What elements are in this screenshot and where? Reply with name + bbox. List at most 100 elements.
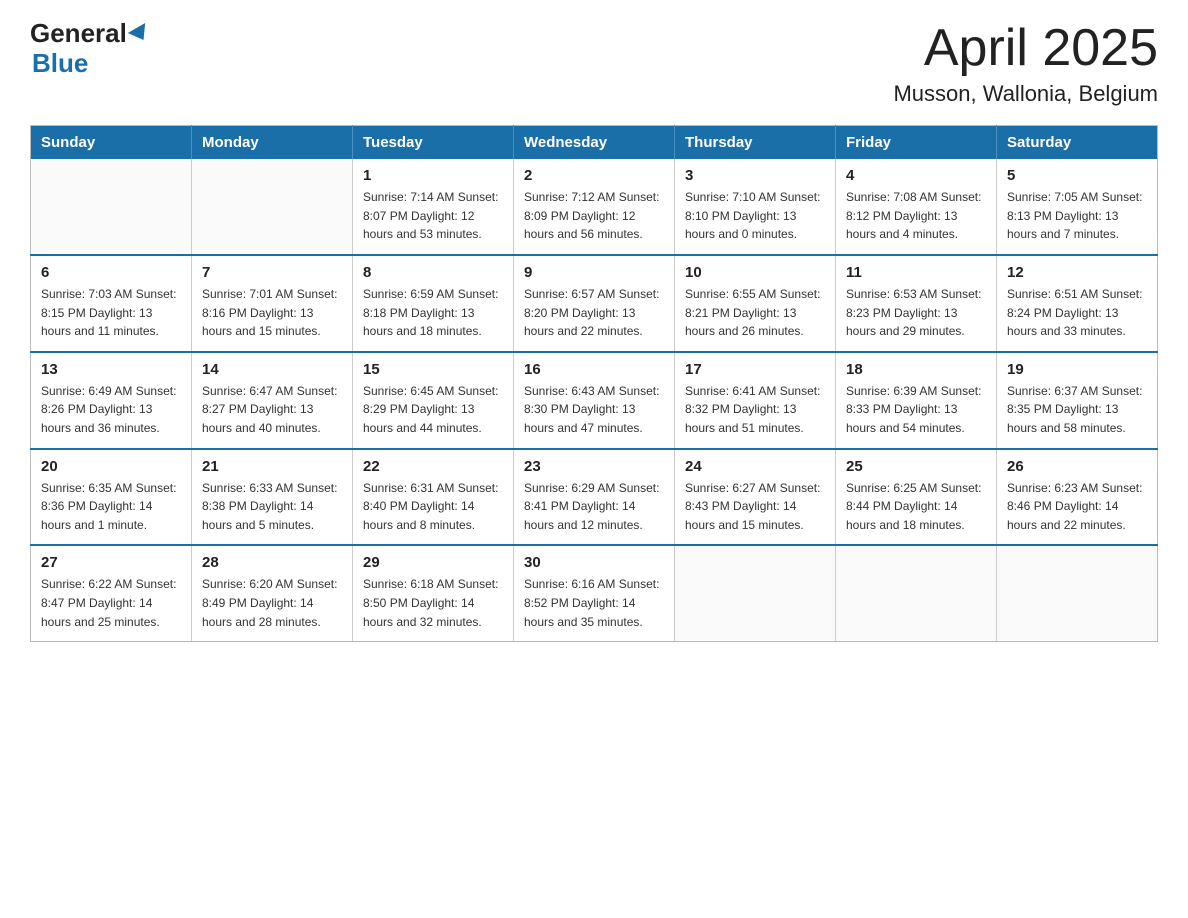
calendar-cell: 10Sunrise: 6:55 AM Sunset: 8:21 PM Dayli… — [675, 255, 836, 352]
title-area: April 2025 Musson, Wallonia, Belgium — [893, 20, 1158, 107]
calendar-week-row: 1 Sunrise: 7:14 AM Sunset: 8:07 PM Daylig… — [31, 159, 1158, 255]
day-number: 2 — [524, 167, 664, 184]
day-number: 19 — [1007, 361, 1147, 378]
day-info: Sunrise: 6:37 AM Sunset: 8:35 PM Dayligh… — [1007, 382, 1147, 438]
day-info: Sunrise: 6:33 AM Sunset: 8:38 PM Dayligh… — [202, 479, 342, 535]
day-number: 15 — [363, 361, 503, 378]
day-number: 10 — [685, 264, 825, 281]
day-number: 12 — [1007, 264, 1147, 281]
calendar-cell: 22 Sunrise: 6:31 AM Sunset: 8:40 PM Dayli… — [353, 449, 514, 546]
calendar-cell: 24 Sunrise: 6:27 AM Sunset: 8:43 PM Dayli… — [675, 449, 836, 546]
logo-general-text: General — [30, 20, 127, 46]
day-info: Sunrise: 6:47 AM Sunset: 8:27 PM Dayligh… — [202, 382, 342, 438]
calendar-cell: 30Sunrise: 6:16 AM Sunset: 8:52 PM Dayli… — [514, 545, 675, 641]
day-info: Sunrise: 6:49 AM Sunset: 8:26 PM Dayligh… — [41, 382, 181, 438]
day-info: Sunrise: 6:31 AM Sunset: 8:40 PM Dayligh… — [363, 479, 503, 535]
day-number: 18 — [846, 361, 986, 378]
logo: General Blue — [30, 20, 150, 79]
day-number: 24 — [685, 458, 825, 475]
day-info: Sunrise: 6:23 AM Sunset: 8:46 PM Dayligh… — [1007, 479, 1147, 535]
day-info: Sunrise: 6:20 AM Sunset: 8:49 PM Dayligh… — [202, 575, 342, 631]
calendar-cell: 23Sunrise: 6:29 AM Sunset: 8:41 PM Dayli… — [514, 449, 675, 546]
calendar-cell: 27 Sunrise: 6:22 AM Sunset: 8:47 PM Dayli… — [31, 545, 192, 641]
day-number: 26 — [1007, 458, 1147, 475]
calendar-cell — [192, 159, 353, 255]
day-info: Sunrise: 6:16 AM Sunset: 8:52 PM Dayligh… — [524, 575, 664, 631]
calendar-header-friday: Friday — [836, 126, 997, 160]
day-info: Sunrise: 6:57 AM Sunset: 8:20 PM Dayligh… — [524, 285, 664, 341]
calendar-week-row: 13 Sunrise: 6:49 AM Sunset: 8:26 PM Dayli… — [31, 352, 1158, 449]
day-info: Sunrise: 7:12 AM Sunset: 8:09 PM Dayligh… — [524, 188, 664, 244]
day-number: 1 — [363, 167, 503, 184]
calendar-cell: 6Sunrise: 7:03 AM Sunset: 8:15 PM Daylig… — [31, 255, 192, 352]
day-number: 4 — [846, 167, 986, 184]
day-number: 20 — [41, 458, 181, 475]
day-number: 16 — [524, 361, 664, 378]
calendar-cell: 25 Sunrise: 6:25 AM Sunset: 8:44 PM Dayli… — [836, 449, 997, 546]
day-info: Sunrise: 6:45 AM Sunset: 8:29 PM Dayligh… — [363, 382, 503, 438]
calendar-cell: 9Sunrise: 6:57 AM Sunset: 8:20 PM Daylig… — [514, 255, 675, 352]
calendar-cell — [31, 159, 192, 255]
calendar-header-row: SundayMondayTuesdayWednesdayThursdayFrid… — [31, 126, 1158, 160]
calendar-cell: 20 Sunrise: 6:35 AM Sunset: 8:36 PM Dayli… — [31, 449, 192, 546]
day-number: 6 — [41, 264, 181, 281]
page-subtitle: Musson, Wallonia, Belgium — [893, 81, 1158, 107]
day-number: 3 — [685, 167, 825, 184]
calendar-cell: 1 Sunrise: 7:14 AM Sunset: 8:07 PM Daylig… — [353, 159, 514, 255]
day-number: 25 — [846, 458, 986, 475]
calendar-cell: 21 Sunrise: 6:33 AM Sunset: 8:38 PM Dayli… — [192, 449, 353, 546]
page-title: April 2025 — [893, 20, 1158, 77]
calendar-week-row: 20 Sunrise: 6:35 AM Sunset: 8:36 PM Dayli… — [31, 449, 1158, 546]
calendar-cell: 11 Sunrise: 6:53 AM Sunset: 8:23 PM Dayli… — [836, 255, 997, 352]
day-number: 14 — [202, 361, 342, 378]
calendar-week-row: 6Sunrise: 7:03 AM Sunset: 8:15 PM Daylig… — [31, 255, 1158, 352]
calendar-cell: 8Sunrise: 6:59 AM Sunset: 8:18 PM Daylig… — [353, 255, 514, 352]
day-number: 13 — [41, 361, 181, 378]
day-info: Sunrise: 6:53 AM Sunset: 8:23 PM Dayligh… — [846, 285, 986, 341]
calendar-table: SundayMondayTuesdayWednesdayThursdayFrid… — [30, 125, 1158, 642]
day-number: 22 — [363, 458, 503, 475]
page-header: General Blue April 2025 Musson, Wallonia… — [30, 20, 1158, 107]
day-number: 17 — [685, 361, 825, 378]
day-number: 23 — [524, 458, 664, 475]
calendar-cell: 16Sunrise: 6:43 AM Sunset: 8:30 PM Dayli… — [514, 352, 675, 449]
logo-arrow-icon — [128, 23, 152, 45]
day-info: Sunrise: 6:51 AM Sunset: 8:24 PM Dayligh… — [1007, 285, 1147, 341]
calendar-cell: 18Sunrise: 6:39 AM Sunset: 8:33 PM Dayli… — [836, 352, 997, 449]
calendar-cell: 12 Sunrise: 6:51 AM Sunset: 8:24 PM Dayli… — [997, 255, 1158, 352]
day-number: 21 — [202, 458, 342, 475]
day-info: Sunrise: 6:25 AM Sunset: 8:44 PM Dayligh… — [846, 479, 986, 535]
day-info: Sunrise: 7:14 AM Sunset: 8:07 PM Dayligh… — [363, 188, 503, 244]
day-info: Sunrise: 6:18 AM Sunset: 8:50 PM Dayligh… — [363, 575, 503, 631]
day-number: 7 — [202, 264, 342, 281]
calendar-week-row: 27 Sunrise: 6:22 AM Sunset: 8:47 PM Dayli… — [31, 545, 1158, 641]
calendar-cell: 5 Sunrise: 7:05 AM Sunset: 8:13 PM Daylig… — [997, 159, 1158, 255]
day-info: Sunrise: 6:22 AM Sunset: 8:47 PM Dayligh… — [41, 575, 181, 631]
calendar-cell: 17 Sunrise: 6:41 AM Sunset: 8:32 PM Dayli… — [675, 352, 836, 449]
calendar-cell: 4 Sunrise: 7:08 AM Sunset: 8:12 PM Daylig… — [836, 159, 997, 255]
day-info: Sunrise: 7:08 AM Sunset: 8:12 PM Dayligh… — [846, 188, 986, 244]
calendar-cell: 3Sunrise: 7:10 AM Sunset: 8:10 PM Daylig… — [675, 159, 836, 255]
logo-blue-text: Blue — [30, 48, 88, 79]
day-info: Sunrise: 6:41 AM Sunset: 8:32 PM Dayligh… — [685, 382, 825, 438]
day-number: 29 — [363, 554, 503, 571]
calendar-cell — [836, 545, 997, 641]
day-info: Sunrise: 6:35 AM Sunset: 8:36 PM Dayligh… — [41, 479, 181, 535]
day-number: 27 — [41, 554, 181, 571]
calendar-cell — [675, 545, 836, 641]
calendar-cell — [997, 545, 1158, 641]
calendar-cell: 7Sunrise: 7:01 AM Sunset: 8:16 PM Daylig… — [192, 255, 353, 352]
calendar-header-tuesday: Tuesday — [353, 126, 514, 160]
calendar-header-monday: Monday — [192, 126, 353, 160]
day-number: 11 — [846, 264, 986, 281]
day-info: Sunrise: 7:05 AM Sunset: 8:13 PM Dayligh… — [1007, 188, 1147, 244]
calendar-cell: 14 Sunrise: 6:47 AM Sunset: 8:27 PM Dayli… — [192, 352, 353, 449]
day-info: Sunrise: 6:27 AM Sunset: 8:43 PM Dayligh… — [685, 479, 825, 535]
day-number: 28 — [202, 554, 342, 571]
day-number: 5 — [1007, 167, 1147, 184]
day-number: 8 — [363, 264, 503, 281]
calendar-cell: 13 Sunrise: 6:49 AM Sunset: 8:26 PM Dayli… — [31, 352, 192, 449]
calendar-cell: 28 Sunrise: 6:20 AM Sunset: 8:49 PM Dayli… — [192, 545, 353, 641]
calendar-header-wednesday: Wednesday — [514, 126, 675, 160]
calendar-cell: 19 Sunrise: 6:37 AM Sunset: 8:35 PM Dayli… — [997, 352, 1158, 449]
